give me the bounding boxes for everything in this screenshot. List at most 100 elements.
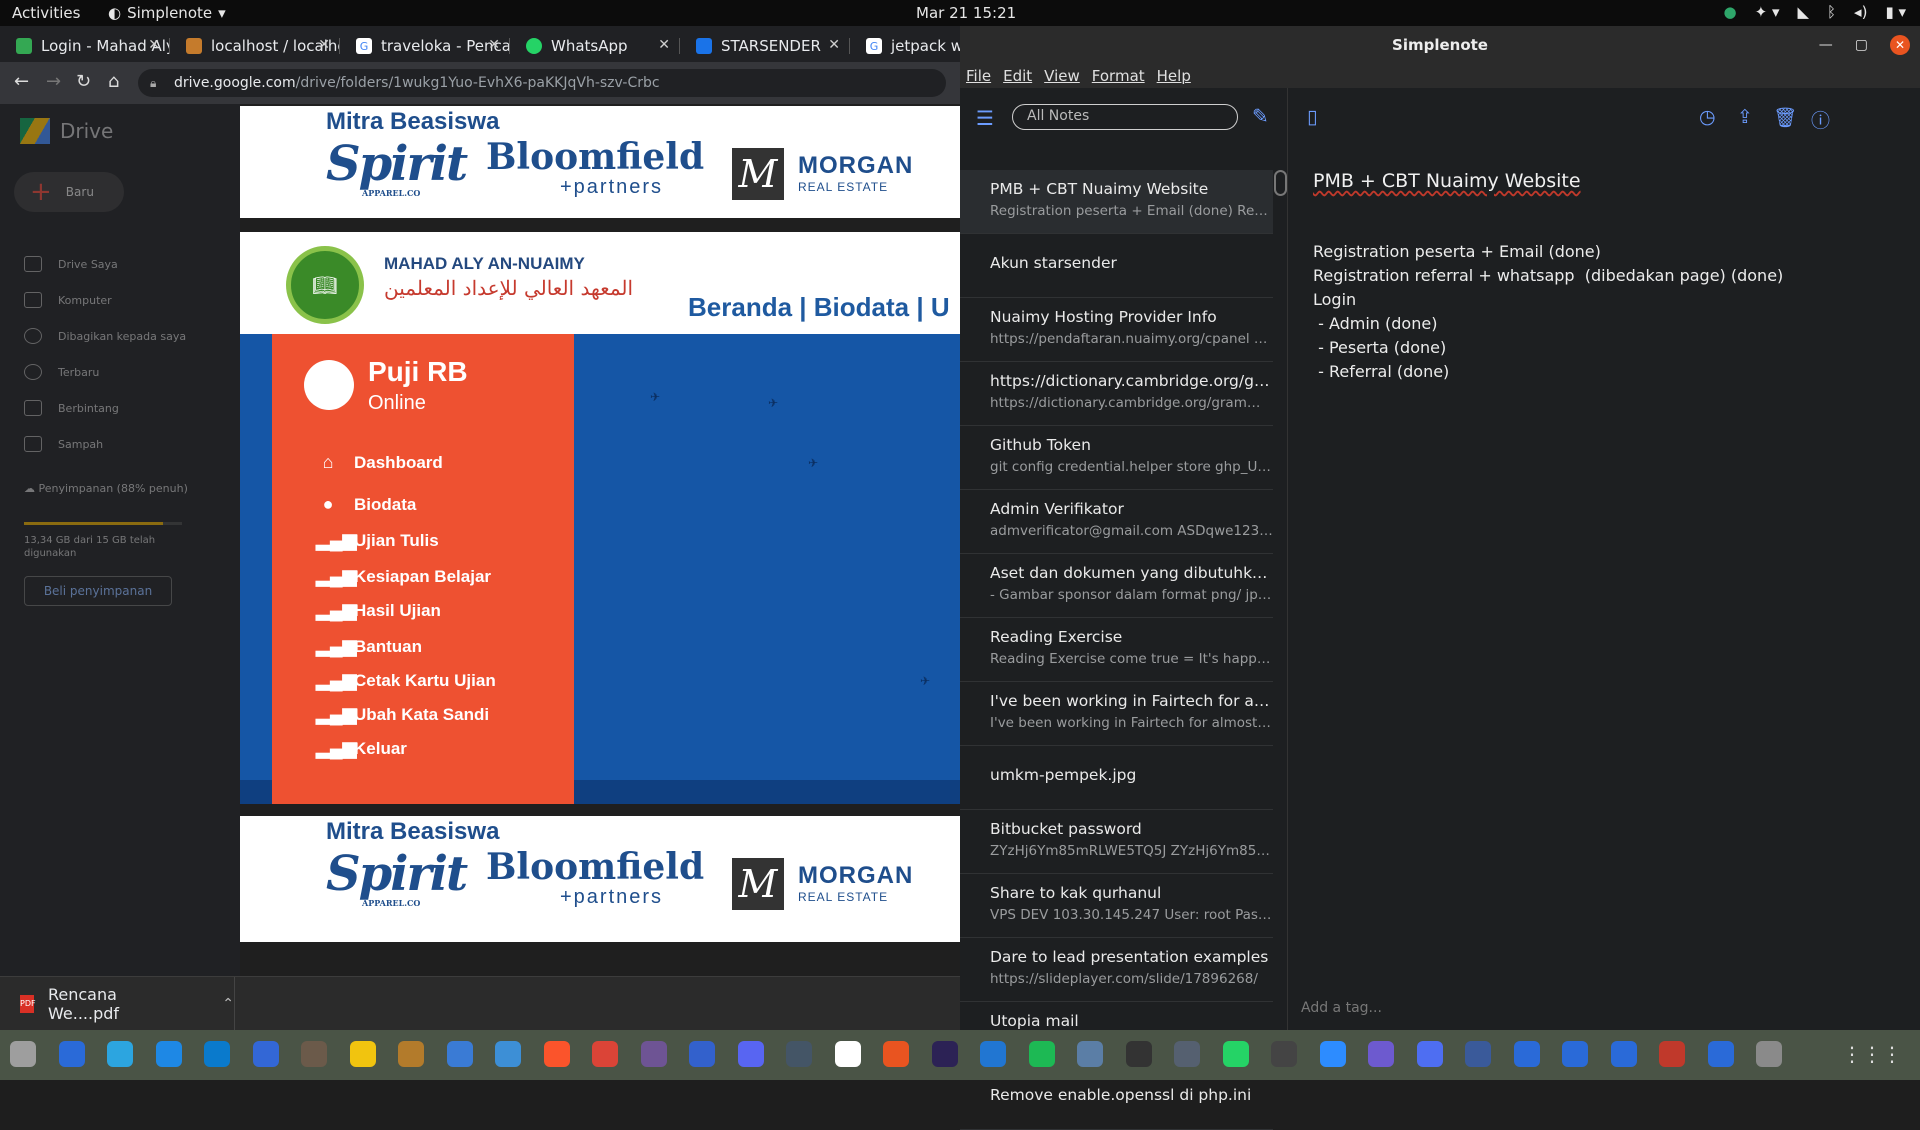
note-body[interactable]: Registration peserta + Email (done) Regis…: [1313, 240, 1783, 384]
wifi-icon[interactable]: ◣: [1797, 3, 1809, 21]
note-item[interactable]: umkm-pempek.jpg: [960, 746, 1273, 810]
discord-icon[interactable]: [737, 1041, 764, 1067]
note-item[interactable]: Nuaimy Hosting Provider Info https://pend…: [960, 298, 1273, 362]
chevron-up-icon[interactable]: ⌃: [222, 996, 234, 1012]
library-icon[interactable]: [398, 1041, 424, 1067]
menu-format[interactable]: Format: [1092, 64, 1145, 88]
note-item[interactable]: I've been working in Fairtech for almost…: [960, 682, 1273, 746]
figma-icon[interactable]: [1125, 1041, 1152, 1067]
chrome-icon[interactable]: [592, 1041, 618, 1067]
terminal-icon[interactable]: [1271, 1041, 1297, 1067]
help-icon[interactable]: [446, 1041, 473, 1067]
note-item[interactable]: Dare to lead presentation examples https:…: [960, 938, 1273, 1002]
rhythmbox-icon[interactable]: [349, 1041, 376, 1067]
menu-file[interactable]: File: [966, 64, 991, 88]
shield-icon[interactable]: ●: [1724, 3, 1737, 21]
close-icon[interactable]: ✕: [828, 37, 840, 53]
phone-icon[interactable]: [1465, 1041, 1491, 1067]
tab-3[interactable]: G traveloka - Pencarian ✕: [346, 30, 510, 62]
info-icon[interactable]: ⓘ: [1811, 106, 1830, 133]
tab-6[interactable]: G jetpack wordpress: [856, 30, 960, 62]
new-button[interactable]: + Baru: [14, 172, 124, 212]
sidebar-item-trash[interactable]: Sampah: [24, 436, 103, 452]
software-icon[interactable]: [883, 1041, 909, 1067]
close-icon[interactable]: ✕: [488, 37, 500, 53]
thunderbird-icon[interactable]: [58, 1041, 85, 1067]
camera-icon[interactable]: [1368, 1041, 1394, 1067]
close-icon[interactable]: ✕: [148, 37, 160, 53]
system-tray[interactable]: ● ✦ ▾ ◣ ᛒ ◂) ▮ ▾: [1724, 3, 1906, 21]
whatsapp-icon[interactable]: [1222, 1041, 1249, 1067]
volume-icon[interactable]: ◂): [1854, 3, 1867, 21]
sync-icon[interactable]: [155, 1041, 182, 1067]
code-editor-icon[interactable]: [495, 1041, 521, 1067]
share-icon[interactable]: ⇪: [1737, 106, 1753, 128]
minimize-icon[interactable]: —: [1819, 37, 1833, 53]
document-icon[interactable]: [252, 1041, 279, 1067]
bluetooth-icon-3[interactable]: [1610, 1041, 1637, 1067]
note-item[interactable]: PMB + CBT Nuaimy Website Registration pes…: [960, 170, 1273, 234]
back-icon[interactable]: ←: [14, 71, 29, 92]
address-bar[interactable]: 🔒︎ drive.google.com/drive/folders/1wukg1…: [138, 69, 946, 97]
note-item[interactable]: Bitbucket password ZYzHj6Ym85mRLWE5TQ5J Z…: [960, 810, 1273, 874]
vscode-icon[interactable]: [204, 1041, 230, 1067]
tag-input[interactable]: Add a tag...: [1301, 1000, 1382, 1016]
clock[interactable]: Mar 21 15:21: [916, 4, 1016, 22]
presentation-icon[interactable]: [1659, 1041, 1685, 1067]
app-menu[interactable]: ◐ Simplenote ▾: [108, 4, 226, 22]
note-item[interactable]: Aset dan dokumen yang dibutuhkan tim - Ga…: [960, 554, 1273, 618]
typora-icon[interactable]: [834, 1041, 861, 1067]
note-item[interactable]: Reading Exercise Reading Exercise come tr…: [960, 618, 1273, 682]
spotify-icon[interactable]: [1028, 1041, 1055, 1067]
telegram-icon[interactable]: [107, 1041, 133, 1067]
maximize-icon[interactable]: ▢: [1855, 37, 1868, 53]
download-item[interactable]: PDF Rencana We....pdf ⌃: [0, 977, 235, 1031]
note-item[interactable]: Admin Verifikator admverificator@gmail.co…: [960, 490, 1273, 554]
sidebar-item-shared[interactable]: Dibagikan kepada saya: [24, 328, 186, 344]
menu-help[interactable]: Help: [1157, 64, 1191, 88]
sidebar-item-starred[interactable]: Berbintang: [24, 400, 119, 416]
bluetooth-icon-1[interactable]: [1513, 1041, 1540, 1067]
remmina-icon[interactable]: [786, 1041, 812, 1067]
bluetooth-icon[interactable]: ᛒ: [1827, 3, 1836, 21]
scrollbar[interactable]: [1274, 170, 1287, 196]
home-icon[interactable]: ⌂: [108, 71, 119, 92]
buy-storage-button[interactable]: Beli penyimpanan: [24, 576, 172, 606]
steam-icon[interactable]: [1174, 1041, 1200, 1067]
note-title[interactable]: PMB + CBT Nuaimy Website: [1313, 170, 1581, 192]
tab-4[interactable]: WhatsApp ✕: [516, 30, 680, 62]
new-note-icon[interactable]: ✎: [1252, 104, 1269, 128]
trash-icon[interactable]: 🗑︎: [1773, 106, 1797, 129]
files-icon[interactable]: [10, 1041, 36, 1067]
sidebar-item-recent[interactable]: Terbaru: [24, 364, 99, 380]
github-icon[interactable]: [640, 1041, 667, 1067]
close-icon[interactable]: ✕: [318, 37, 330, 53]
disk-icon[interactable]: [1756, 1041, 1782, 1067]
tab-5[interactable]: STARSENDER ✕: [686, 30, 850, 62]
eclipse-icon[interactable]: [931, 1041, 958, 1067]
app-grid-icon[interactable]: ⋮⋮⋮: [1842, 1042, 1902, 1066]
forward-icon[interactable]: →: [46, 71, 61, 92]
close-icon[interactable]: ✕: [658, 37, 670, 53]
drive-logo[interactable]: Drive: [20, 118, 113, 144]
gimp-icon[interactable]: [301, 1041, 327, 1067]
reload-icon[interactable]: ↻: [76, 71, 91, 92]
search-input[interactable]: All Notes: [1012, 104, 1238, 130]
screen-icon[interactable]: [1416, 1041, 1443, 1067]
bluetooth-icon-4[interactable]: [1707, 1041, 1734, 1067]
bluetooth-icon-2[interactable]: [1562, 1041, 1588, 1067]
brave-icon[interactable]: [543, 1041, 570, 1067]
zoom-icon[interactable]: [1319, 1041, 1346, 1067]
sidebar-toggle-icon[interactable]: ▯: [1307, 106, 1317, 128]
microphone-icon[interactable]: [1077, 1041, 1103, 1067]
menu-edit[interactable]: Edit: [1003, 64, 1032, 88]
note-item[interactable]: https://dictionary.cambridge.org/grammar…: [960, 362, 1273, 426]
tab-1[interactable]: Login - Mahad Aly ✕: [6, 30, 170, 62]
note-item[interactable]: Share to kak qurhanul VPS DEV 103.30.145.…: [960, 874, 1273, 938]
close-icon[interactable]: ✕: [1890, 35, 1910, 55]
wordpress-icon[interactable]: [980, 1041, 1006, 1067]
menu-icon[interactable]: ☰: [976, 106, 994, 130]
menu-view[interactable]: View: [1044, 64, 1080, 88]
history-icon[interactable]: ◷: [1699, 106, 1716, 128]
note-item[interactable]: Akun starsender: [960, 234, 1273, 298]
